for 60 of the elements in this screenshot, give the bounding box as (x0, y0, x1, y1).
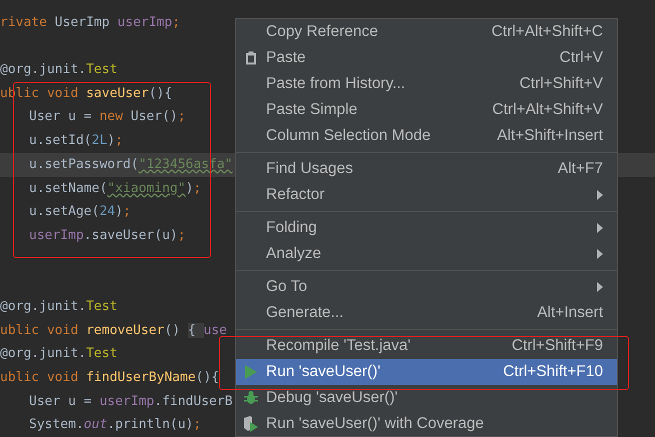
menu-item[interactable]: Analyze (236, 241, 617, 267)
menu-label: Go To (266, 278, 308, 296)
menu-label: Run 'saveUser()' with Coverage (266, 415, 484, 433)
menu-item[interactable]: Run 'saveUser()' with Coverage (236, 411, 617, 436)
menu-label: Paste from History... (266, 75, 406, 93)
menu-item[interactable]: Refactor (236, 182, 617, 208)
menu-item[interactable]: Go To (236, 274, 617, 300)
menu-label: Find Usages (266, 160, 354, 178)
menu-label: Recompile 'Test.java' (266, 337, 411, 355)
code-line: u.setName("xiaoming"); (29, 180, 202, 198)
code-line: User u = userImp.findUserB (29, 392, 233, 411)
code-line: System.out.println(u); (29, 416, 202, 434)
shortcut-label: Ctrl+Shift+F10 (503, 363, 603, 381)
shortcut-label: Alt+Shift+Insert (497, 127, 603, 145)
code-line: ublic void removeUser() { use (0, 322, 227, 340)
menu-item[interactable]: Column Selection Mode Alt+Shift+Insert (236, 123, 617, 149)
submenu-arrow-icon (597, 190, 603, 200)
code-line: @org.junit.Test (0, 345, 118, 364)
code-line: u.setAge(24); (29, 203, 131, 222)
menu-item[interactable]: Generate... Alt+Insert (236, 300, 617, 326)
shortcut-label: Ctrl+V (560, 49, 603, 67)
submenu-arrow-icon (597, 249, 603, 259)
code-line: User u = new User(); (29, 108, 186, 126)
menu-label: Column Selection Mode (266, 127, 431, 145)
code-line: @org.junit.Test (0, 298, 118, 316)
menu-item[interactable]: Run 'saveUser()' Ctrl+Shift+F10 (236, 359, 617, 385)
menu-item[interactable]: Paste Simple Ctrl+Alt+Shift+V (236, 97, 617, 123)
menu-label: Debug 'saveUser()' (266, 389, 398, 407)
submenu-arrow-icon (597, 223, 603, 233)
menu-label: Run 'saveUser()' (266, 363, 380, 381)
menu-label: Paste Simple (266, 101, 358, 119)
shortcut-label: Ctrl+Shift+F9 (512, 337, 603, 355)
code-line: rivate UserImp userImp; (0, 14, 180, 32)
code-line: u.setId(2L); (29, 132, 123, 150)
menu-item[interactable]: Folding (236, 215, 617, 241)
menu-item[interactable]: Recompile 'Test.java' Ctrl+Shift+F9 (236, 333, 617, 359)
bug-icon (244, 391, 258, 405)
submenu-arrow-icon (597, 282, 603, 292)
run-icon (244, 365, 258, 379)
menu-label: Generate... (266, 304, 344, 322)
menu-item[interactable]: Debug 'saveUser()' (236, 385, 617, 411)
menu-label: Analyze (266, 245, 322, 263)
menu-label: Refactor (266, 186, 325, 204)
menu-item[interactable]: Paste Ctrl+V (236, 45, 617, 71)
menu-item[interactable]: Copy Reference Ctrl+Alt+Shift+C (236, 19, 617, 45)
code-line: userImp.saveUser(u); (29, 226, 186, 245)
menu-label: Folding (266, 219, 317, 237)
menu-label: Paste (266, 49, 306, 67)
menu-label: Copy Reference (266, 23, 378, 41)
menu-item[interactable]: Paste from History... Ctrl+Shift+V (236, 71, 617, 97)
coverage-icon (243, 416, 259, 432)
code-line: ublic void findUserByName(){ (0, 369, 220, 387)
menu-item[interactable]: Find Usages Alt+F7 (236, 156, 617, 182)
shortcut-label: Alt+F7 (558, 160, 603, 178)
shortcut-label: Alt+Insert (537, 304, 603, 322)
shortcut-label: Ctrl+Alt+Shift+C (491, 23, 603, 41)
shortcut-label: Ctrl+Alt+Shift+V (492, 101, 603, 119)
shortcut-label: Ctrl+Shift+V (519, 75, 603, 93)
code-line: @org.junit.Test (0, 61, 118, 80)
clipboard-icon (245, 51, 257, 65)
